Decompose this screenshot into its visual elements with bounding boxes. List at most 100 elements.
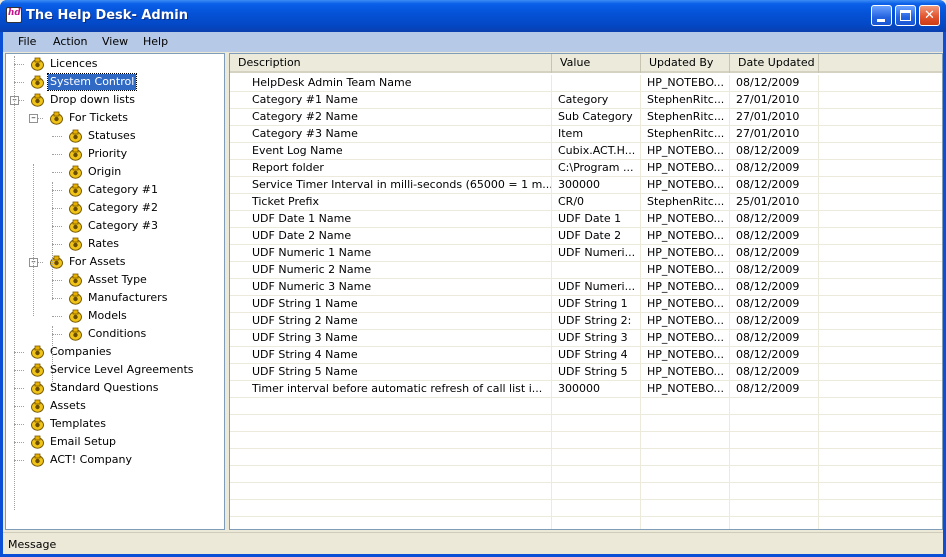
tree-item[interactable]: Licences	[6, 56, 224, 73]
table-cell: 08/12/2009	[730, 296, 819, 313]
close-button[interactable]: ✕	[919, 5, 940, 26]
table-row[interactable]: Timer interval before automatic refresh …	[230, 381, 942, 398]
tree-item[interactable]: Asset Type	[6, 272, 224, 289]
table-row[interactable]: Category #1 Name Category StephenRitc... 27…	[230, 92, 942, 109]
tree-item[interactable]: Rates	[6, 236, 224, 253]
table-row[interactable]: Ticket Prefix CR/0 StephenRitc... 25/01/201…	[230, 194, 942, 211]
table-cell: UDF String 4 Name	[230, 347, 552, 364]
tree-item-label[interactable]: Asset Type	[86, 272, 149, 288]
tree-item-label[interactable]: Conditions	[86, 326, 148, 342]
empty-row	[230, 449, 942, 466]
tree-expander-icon[interactable]: –	[29, 114, 38, 123]
menu-file[interactable]: File	[18, 35, 36, 48]
tree-item[interactable]: Service Level Agreements	[6, 362, 224, 379]
app-window: hd The Help Desk- Admin ✕ File Action Vi…	[0, 0, 946, 557]
table-row[interactable]: UDF Date 2 Name UDF Date 2 HP_NOTEBO... 08/…	[230, 228, 942, 245]
tree-item-label[interactable]: Category #2	[86, 200, 160, 216]
table-cell	[730, 398, 819, 415]
tree-item[interactable]: – Drop down lists	[6, 92, 224, 109]
tree-item-label[interactable]: ACT! Company	[48, 452, 134, 468]
tree-item[interactable]: Origin	[6, 164, 224, 181]
app-icon[interactable]: hd	[6, 7, 22, 23]
tree-item-label[interactable]: Statuses	[86, 128, 138, 144]
column-header[interactable]: Date Updated	[730, 54, 819, 73]
tree-item-label[interactable]: System Control	[46, 73, 138, 91]
table-cell: 08/12/2009	[730, 279, 819, 296]
table-row[interactable]: Service Timer Interval in milli-seconds …	[230, 177, 942, 194]
table-row[interactable]: Report folder C:\Program ... HP_NOTEBO... 0…	[230, 160, 942, 177]
minimize-button[interactable]	[871, 5, 892, 26]
tree-connector	[52, 334, 62, 335]
tree-item[interactable]: Priority	[6, 146, 224, 163]
menu-view[interactable]: View	[102, 35, 128, 48]
table-cell: StephenRitc...	[641, 109, 730, 126]
tree-item-label[interactable]: Service Level Agreements	[48, 362, 196, 378]
tree-item[interactable]: Manufacturers	[6, 290, 224, 307]
tree-item[interactable]: Templates	[6, 416, 224, 433]
tree-item[interactable]: Models	[6, 308, 224, 325]
tree-item[interactable]: – For Tickets	[6, 110, 224, 127]
table-cell: Timer interval before automatic refresh …	[230, 381, 552, 398]
tree-item-label[interactable]: Rates	[86, 236, 121, 252]
tree-item[interactable]: Assets	[6, 398, 224, 415]
table-row[interactable]: UDF String 3 Name UDF String 3 HP_NOTEBO..…	[230, 330, 942, 347]
table-cell: UDF String 5	[552, 364, 641, 381]
tree-item-label[interactable]: Companies	[48, 344, 113, 360]
tree-item-label[interactable]: Drop down lists	[48, 92, 137, 108]
column-header[interactable]: Description	[230, 54, 552, 73]
title-bar[interactable]: hd The Help Desk- Admin ✕	[0, 0, 946, 32]
tree-item-label[interactable]: For Tickets	[67, 110, 130, 126]
tree-item-label[interactable]: Manufacturers	[86, 290, 169, 306]
tree-item[interactable]: ACT! Company	[6, 452, 224, 469]
table-row[interactable]: HelpDesk Admin Team Name HP_NOTEBO... 08/1…	[230, 75, 942, 92]
tree-item-label[interactable]: Standard Questions	[48, 380, 160, 396]
column-header[interactable]: Value	[552, 54, 641, 73]
tree-item[interactable]: Email Setup	[6, 434, 224, 451]
tree-item[interactable]: Companies	[6, 344, 224, 361]
tree-item-label[interactable]: Origin	[86, 164, 123, 180]
tree-item-label[interactable]: Licences	[48, 56, 100, 72]
table-row[interactable]: UDF Date 1 Name UDF Date 1 HP_NOTEBO... 08/…	[230, 211, 942, 228]
tree-item[interactable]: Standard Questions	[6, 380, 224, 397]
table-row[interactable]: UDF String 4 Name UDF String 4 HP_NOTEBO..…	[230, 347, 942, 364]
table-row[interactable]: Event Log Name Cubix.ACT.H... HP_NOTEBO...…	[230, 143, 942, 160]
table-cell: HP_NOTEBO...	[641, 211, 730, 228]
tree-item[interactable]: Conditions	[6, 326, 224, 343]
table-row[interactable]: UDF String 1 Name UDF String 1 HP_NOTEBO..…	[230, 296, 942, 313]
tree-item[interactable]: Category #3	[6, 218, 224, 235]
tree-item[interactable]: – For Assets	[6, 254, 224, 271]
column-header[interactable]: Updated By	[641, 54, 730, 73]
table-row[interactable]: UDF String 5 Name UDF String 5 HP_NOTEBO..…	[230, 364, 942, 381]
tree-item[interactable]: System Control	[6, 73, 224, 91]
table-row[interactable]: UDF Numeric 3 Name UDF Numeri... HP_NOTEBO…	[230, 279, 942, 296]
tree-item-label[interactable]: Priority	[86, 146, 129, 162]
table-cell: HP_NOTEBO...	[641, 143, 730, 160]
tree-item-label[interactable]: For Assets	[67, 254, 127, 270]
table-row[interactable]: UDF Numeric 2 Name HP_NOTEBO... 08/12/2009	[230, 262, 942, 279]
tree-item[interactable]: Category #2	[6, 200, 224, 217]
table-cell: Item	[552, 126, 641, 143]
table-row[interactable]: Category #3 Name Item StephenRitc... 27/01/…	[230, 126, 942, 143]
tree-item-label[interactable]: Email Setup	[48, 434, 118, 450]
folder-gear-icon	[68, 183, 83, 198]
admin-tree[interactable]: Licences System Control – Drop down lists – F…	[5, 53, 225, 530]
table-cell	[641, 398, 730, 415]
table-cell: CR/0	[552, 194, 641, 211]
tree-connector	[14, 352, 24, 353]
folder-gear-icon	[30, 417, 45, 432]
menu-action[interactable]: Action	[53, 35, 87, 48]
folder-gear-icon	[68, 273, 83, 288]
table-cell: UDF String 1 Name	[230, 296, 552, 313]
table-row[interactable]: UDF String 2 Name UDF String 2: HP_NOTEBO.…	[230, 313, 942, 330]
tree-item[interactable]: Category #1	[6, 182, 224, 199]
tree-item-label[interactable]: Models	[86, 308, 129, 324]
table-row[interactable]: UDF Numeric 1 Name UDF Numeri... HP_NOTEBO…	[230, 245, 942, 262]
menu-help[interactable]: Help	[143, 35, 168, 48]
tree-item[interactable]: Statuses	[6, 128, 224, 145]
maximize-button[interactable]	[895, 5, 916, 26]
tree-item-label[interactable]: Templates	[48, 416, 108, 432]
tree-item-label[interactable]: Category #1	[86, 182, 160, 198]
tree-item-label[interactable]: Assets	[48, 398, 88, 414]
table-row[interactable]: Category #2 Name Sub Category StephenRitc.…	[230, 109, 942, 126]
tree-item-label[interactable]: Category #3	[86, 218, 160, 234]
